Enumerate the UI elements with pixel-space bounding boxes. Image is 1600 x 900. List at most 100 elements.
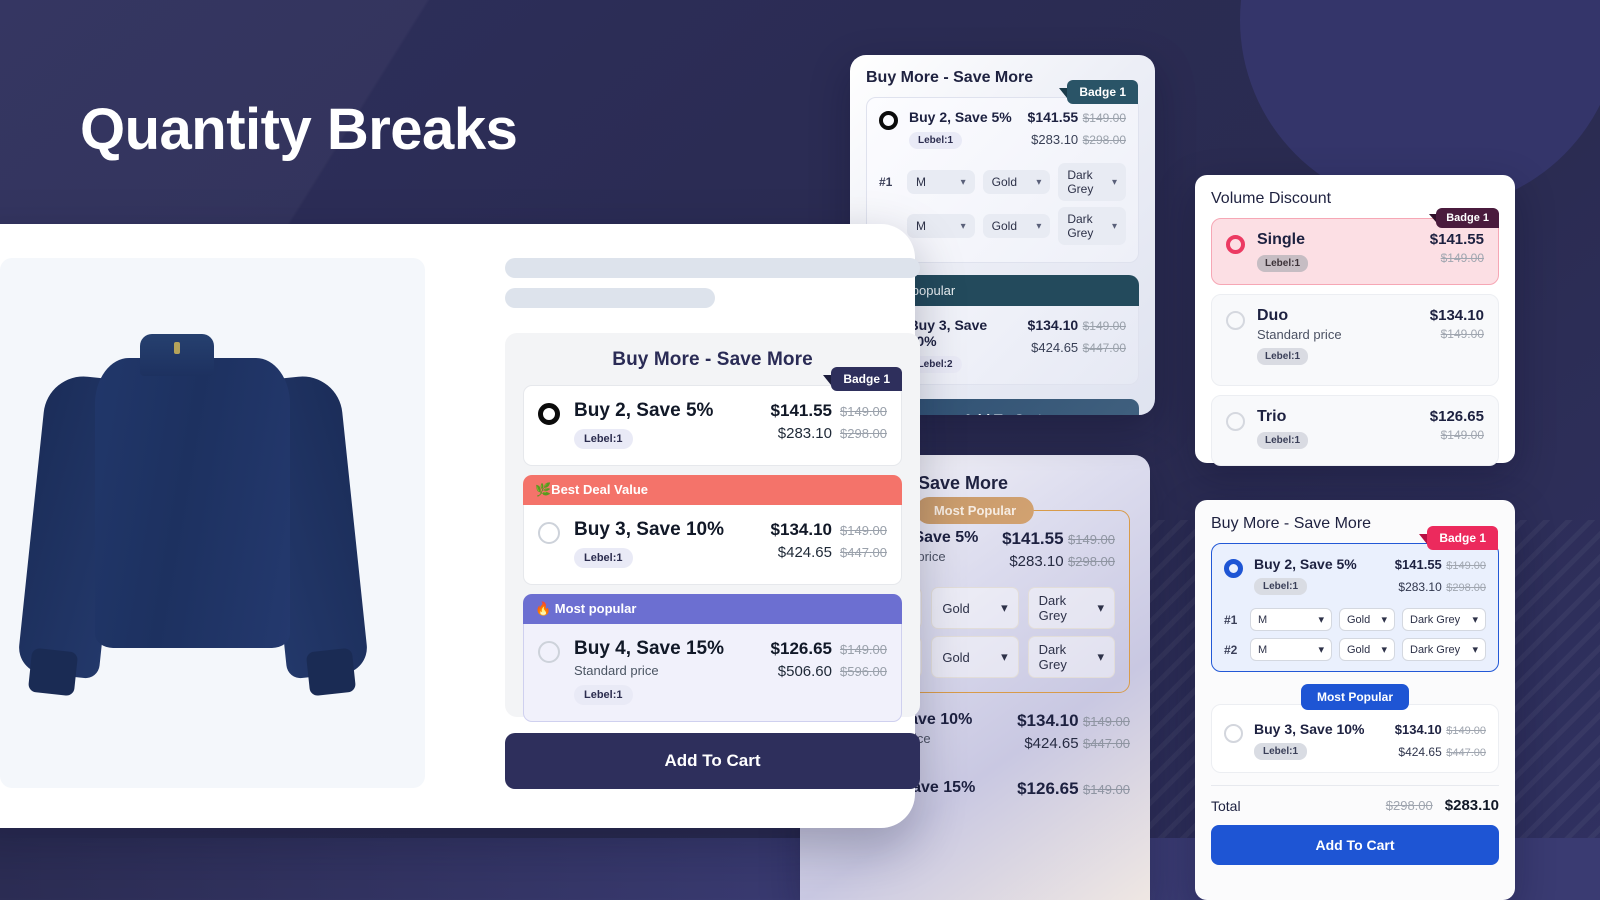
variant-selectors: #1 M ▾ Gold ▾ Dark Grey ▾ M ▾ Gold ▾ Dark Gre…: [879, 163, 1127, 245]
radio-button-blue-2[interactable]: [1224, 724, 1243, 743]
sweater-right-cuff: [305, 647, 357, 697]
option-price: $134.10: [1429, 307, 1484, 324]
color-value: Dark Grey: [1038, 593, 1067, 623]
offer-option-3[interactable]: 🔥 Most popular Buy 4, Save 15% Standard …: [523, 593, 902, 722]
offer-subtitle: Standard price: [574, 662, 659, 678]
metal-select[interactable]: Gold ▾: [931, 587, 1019, 629]
color-select[interactable]: Dark Grey ▾: [1058, 163, 1127, 201]
radio-button-offer-2[interactable]: [538, 521, 560, 544]
offer-unit-price: $134.10: [770, 519, 832, 539]
offer-total-compare: $596.00: [840, 663, 887, 679]
chevron-down-icon: ▾: [1472, 644, 1478, 656]
offer-unit-compare: $149.00: [840, 522, 887, 538]
radio-button-single[interactable]: [1226, 235, 1245, 254]
metal-value: Gold: [942, 600, 970, 616]
metal-select[interactable]: Gold ▾: [1339, 638, 1395, 661]
option-lebel-badge: Lebel:1: [1257, 255, 1309, 272]
color-value: Dark Grey: [1067, 168, 1094, 196]
variant-row-1: #1 M ▾ Gold ▾ Dark Grey ▾: [879, 163, 1127, 201]
offer-lebel-badge: Lebel:1: [574, 547, 633, 568]
total-compare: $298.00: [1385, 798, 1433, 813]
offer-total-price: $424.65: [1024, 735, 1079, 752]
option-lebel-badge: Lebel:1: [1257, 432, 1309, 449]
metal-select[interactable]: Gold ▾: [931, 636, 1019, 678]
radio-button-duo[interactable]: [1226, 311, 1245, 330]
variant-row-2: #2 M ▾ Gold ▾ Dark Grey ▾: [1224, 638, 1486, 661]
blue-offer-1[interactable]: Badge 1 Buy 2, Save 5% Lebel:1 $141.55 $…: [1211, 526, 1499, 672]
option-name: Duo: [1257, 307, 1289, 324]
radio-button-teal-1[interactable]: [879, 111, 898, 130]
color-select[interactable]: Dark Grey ▾: [1402, 638, 1486, 661]
offer-total-price: $424.65: [1398, 745, 1442, 759]
size-select[interactable]: M▾: [1250, 638, 1332, 661]
option-compare: $149.00: [1440, 428, 1484, 442]
size-select[interactable]: M▾: [907, 214, 975, 238]
total-price: $283.10: [1444, 797, 1499, 814]
offer-unit-compare: $149.00: [840, 404, 887, 419]
color-value: Dark Grey: [1410, 613, 1461, 626]
offer-name: Buy 4, Save 15%: [574, 637, 724, 659]
volume-option-duo[interactable]: Duo Standard price Lebel:1 $134.10 $149.…: [1211, 294, 1499, 386]
size-value: M: [916, 219, 926, 233]
option-lebel-badge: Lebel:1: [1257, 348, 1309, 365]
chevron-down-icon: ▾: [1318, 644, 1324, 656]
option-price: $141.55: [1429, 231, 1484, 248]
offer-total-compare: $447.00: [1083, 736, 1130, 751]
color-select[interactable]: Dark Grey ▾: [1402, 608, 1486, 631]
sweater-collar: [140, 334, 214, 376]
offer-total-compare: $298.00: [1068, 554, 1115, 569]
title-skeleton-line: [505, 258, 920, 278]
offer-option-2[interactable]: 🌿Best Deal Value Buy 3, Save 10% Lebel:1…: [523, 474, 902, 585]
metal-value: Gold: [991, 175, 1018, 189]
offer-name: Buy 2, Save 5%: [909, 109, 1012, 125]
volume-option-single[interactable]: Badge 1 Single Lebel:1 $141.55 $149.00: [1211, 208, 1499, 285]
color-select[interactable]: Dark Grey ▾: [1058, 207, 1127, 245]
offer-total-compare: $298.00: [840, 426, 887, 441]
offer-unit-compare: $149.00: [1068, 532, 1115, 547]
metal-select[interactable]: Gold ▾: [982, 170, 1051, 194]
variant-index: #1: [879, 175, 893, 189]
add-to-cart-button[interactable]: Add To Cart: [1211, 825, 1499, 865]
offer-name: Buy 3, Save 10%: [908, 317, 988, 349]
color-value: Dark Grey: [1038, 642, 1067, 672]
page-title: Quantity Breaks: [80, 97, 518, 162]
chevron-down-icon: ▾: [1036, 176, 1042, 188]
option-compare: $149.00: [1440, 251, 1484, 265]
chevron-down-icon: ▾: [1318, 614, 1324, 626]
sweater-body: [95, 358, 290, 648]
add-to-cart-button[interactable]: Add To Cart: [505, 733, 920, 789]
offer-total-compare: $447.00: [1082, 341, 1126, 355]
chevron-down-icon: ▾: [1381, 644, 1387, 656]
badge-ribbon: Badge 1: [1419, 526, 1498, 550]
offer-option-1[interactable]: Badge 1 Buy 2, Save 5% Lebel:1 $141.55 $…: [523, 367, 902, 466]
offer-unit-compare: $149.00: [1446, 725, 1486, 737]
chevron-down-icon: ▾: [1381, 614, 1387, 626]
variant-row-2: M▾ Gold▾ Dark Grey▾: [879, 207, 1127, 245]
chevron-down-icon: ▾: [1111, 220, 1118, 232]
volume-option-trio[interactable]: Trio Lebel:1 $126.65 $149.00: [1211, 395, 1499, 466]
offer-unit-compare: $149.00: [1082, 319, 1126, 333]
product-image: [0, 258, 425, 788]
metal-select[interactable]: Gold ▾: [982, 214, 1051, 238]
offer-unit-price: $141.55: [1002, 529, 1064, 548]
color-select[interactable]: Dark Grey ▾: [1027, 636, 1115, 678]
radio-button-blue-1[interactable]: [1224, 559, 1243, 578]
size-select[interactable]: M▾: [907, 170, 975, 194]
color-select[interactable]: Dark Grey ▾: [1027, 587, 1115, 629]
radio-button-offer-1[interactable]: [538, 403, 560, 425]
offer-unit-price: $141.55: [1394, 557, 1442, 572]
variant-index: #1: [1224, 612, 1238, 627]
badge-ribbon: Badge 1: [1429, 208, 1499, 228]
most-popular-pill: Most Popular: [1300, 684, 1409, 710]
size-select[interactable]: M▾: [1250, 608, 1332, 631]
metal-select[interactable]: Gold ▾: [1339, 608, 1395, 631]
offer-lebel-badge: Lebel:1: [909, 132, 963, 149]
offer-lebel-badge: Lebel:1: [574, 684, 633, 705]
blue-offer-2[interactable]: Buy 3, Save 10% Lebel:1 $134.10 $149.00 …: [1211, 704, 1499, 773]
badge-ribbon: Badge 1: [823, 367, 902, 391]
offer-total-compare: $298.00: [1082, 133, 1126, 147]
offer-total-price: $283.10: [1398, 580, 1442, 594]
radio-button-offer-3[interactable]: [538, 640, 560, 663]
chevron-down-icon: ▾: [1097, 600, 1104, 615]
radio-button-trio[interactable]: [1226, 412, 1245, 431]
